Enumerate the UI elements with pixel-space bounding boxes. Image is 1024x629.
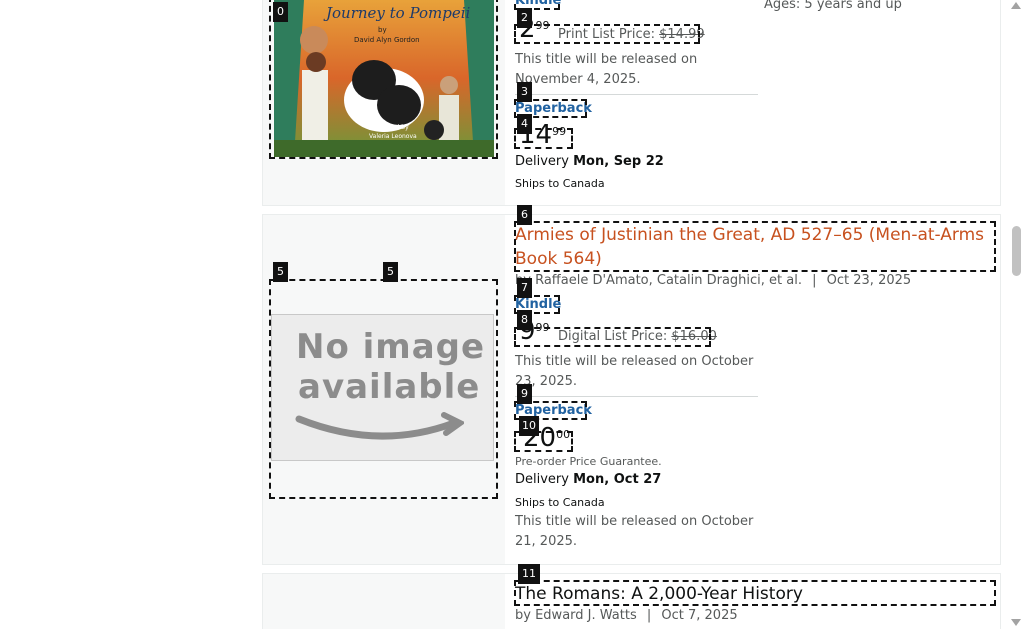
author-links[interactable]: Raffaele D'Amato, Catalin Draghici, et a… — [535, 273, 802, 288]
scroll-down-arrow-icon[interactable] — [1011, 619, 1021, 626]
highlight-box-5 — [269, 279, 498, 499]
badge-9: 9 — [517, 384, 532, 404]
divider-2 — [515, 396, 758, 397]
delivery-date: Mon, Oct 27 — [573, 472, 662, 487]
badge-7: 7 — [517, 278, 532, 298]
age-range: Ages: 5 years and up — [764, 0, 902, 12]
separator: | — [812, 273, 817, 288]
delivery-label: Delivery — [515, 154, 569, 169]
highlight-box-0 — [269, 0, 498, 159]
badge-4: 4 — [517, 114, 532, 134]
highlight-title-11 — [514, 580, 996, 606]
separator: | — [646, 608, 652, 623]
vertical-scrollbar[interactable] — [1008, 0, 1024, 629]
pub-date: Oct 23, 2025 — [826, 273, 912, 288]
byline-3: by Edward J. Watts | Oct 7, 2025 — [515, 608, 738, 623]
delivery-line-2: Delivery Mon, Oct 27 — [515, 472, 661, 487]
delivery-line-1: Delivery Mon, Sep 22 — [515, 154, 664, 169]
badge-5a: 5 — [273, 262, 288, 282]
badge-11: 11 — [518, 564, 540, 584]
highlight-title-6 — [514, 221, 996, 272]
ships-to-1: Ships to Canada — [515, 177, 605, 190]
badge-0: 0 — [273, 2, 288, 22]
highlight-price-2 — [514, 24, 700, 44]
byline-2: by Raffaele D'Amato, Catalin Draghici, e… — [515, 273, 911, 288]
paperback-release-note-2: This title will be released on October 2… — [515, 514, 754, 549]
highlight-price-8 — [514, 327, 711, 347]
badge-10: 10 — [519, 416, 539, 436]
badge-2: 2 — [517, 8, 532, 28]
badge-3: 3 — [517, 82, 532, 102]
delivery-date: Mon, Sep 22 — [573, 154, 664, 169]
author-link[interactable]: Edward J. Watts — [535, 608, 637, 623]
kindle-release-note-2: This title will be released on October 2… — [515, 354, 754, 389]
preorder-guarantee[interactable]: Pre-order Price Guarantee. — [515, 455, 662, 468]
by-label: by — [515, 608, 531, 623]
scrollbar-thumb[interactable] — [1012, 226, 1021, 276]
badge-5b: 5 — [383, 262, 398, 282]
divider-1 — [515, 94, 758, 95]
ships-to-2: Ships to Canada — [515, 496, 605, 509]
badge-6: 6 — [517, 205, 532, 225]
badge-8: 8 — [517, 310, 532, 330]
scroll-up-arrow-icon[interactable] — [1011, 2, 1021, 9]
cover-image-container — [263, 574, 505, 629]
pub-date: Oct 7, 2025 — [661, 608, 738, 623]
delivery-label: Delivery — [515, 472, 569, 487]
kindle-release-note-1: This title will be released on November … — [515, 52, 698, 87]
